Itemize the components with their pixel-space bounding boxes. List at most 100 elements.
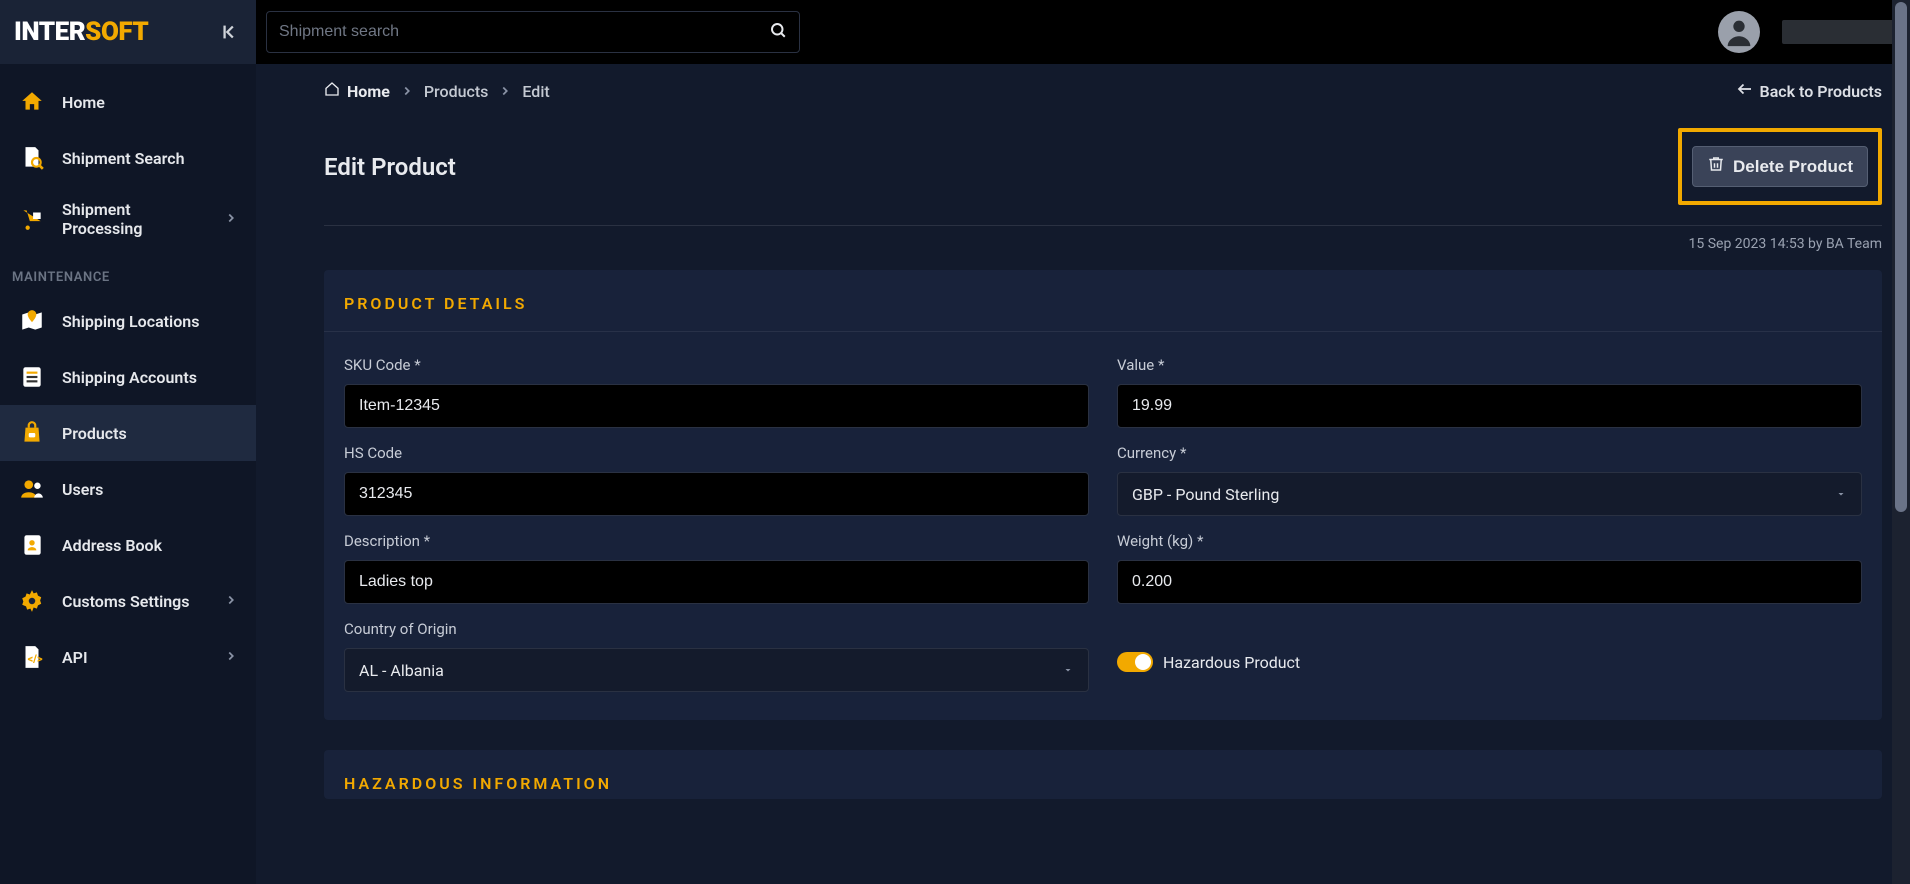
chevron-right-icon xyxy=(224,592,238,611)
sku-label: SKU Code * xyxy=(344,356,1089,374)
divider xyxy=(324,225,1882,226)
chevron-right-icon xyxy=(498,84,512,98)
home-icon xyxy=(18,88,46,116)
page-title: Edit Product xyxy=(324,153,456,181)
map-pin-icon xyxy=(18,307,46,335)
gear-icon xyxy=(18,587,46,615)
search-wrap[interactable] xyxy=(266,11,800,53)
field-currency: Currency * GBP - Pound Sterling xyxy=(1117,444,1862,516)
code-file-icon: </> xyxy=(18,643,46,671)
field-sku: SKU Code * xyxy=(344,356,1089,428)
breadcrumb-products[interactable]: Products xyxy=(424,82,489,101)
username-redacted xyxy=(1782,20,1898,44)
field-origin: Country of Origin AL - Albania xyxy=(344,620,1089,692)
hazardous-toggle[interactable] xyxy=(1117,652,1153,672)
chevron-right-icon xyxy=(400,84,414,98)
sidebar-item-label: Home xyxy=(62,93,238,112)
breadcrumb-current: Edit xyxy=(522,82,549,101)
panel-hazardous-info: HAZARDOUS INFORMATION xyxy=(324,750,1882,799)
sidebar-item-shipment-search[interactable]: Shipment Search xyxy=(0,130,256,186)
title-row: Edit Product Delete Product xyxy=(324,128,1882,205)
chevron-right-icon xyxy=(224,648,238,667)
address-book-icon xyxy=(18,531,46,559)
sku-input[interactable] xyxy=(344,384,1089,428)
sidebar-item-customs-settings[interactable]: Customs Settings xyxy=(0,573,256,629)
delete-product-button[interactable]: Delete Product xyxy=(1692,146,1868,187)
sidebar-item-label: Address Book xyxy=(62,536,238,555)
scrollbar[interactable] xyxy=(1892,0,1910,884)
delete-button-label: Delete Product xyxy=(1733,157,1853,177)
main: Home Products Edit Back to Products xyxy=(256,0,1910,884)
users-icon xyxy=(18,475,46,503)
home-icon xyxy=(324,81,340,101)
sidebar-item-api[interactable]: </> API xyxy=(0,629,256,685)
sidebar-item-shipping-locations[interactable]: Shipping Locations xyxy=(0,293,256,349)
caret-down-icon xyxy=(1062,664,1074,676)
sidebar-item-address-book[interactable]: Address Book xyxy=(0,517,256,573)
document-search-icon xyxy=(18,144,46,172)
form-grid: SKU Code * Value * HS Code Currency * xyxy=(324,332,1882,692)
breadcrumb-home-label: Home xyxy=(347,82,390,101)
sidebar-item-label: API xyxy=(62,648,208,667)
weight-label: Weight (kg) * xyxy=(1117,532,1862,550)
chevron-right-icon xyxy=(224,210,238,229)
field-weight: Weight (kg) * xyxy=(1117,532,1862,604)
nav-primary: Home Shipment Search Shipment Processing… xyxy=(0,64,256,695)
value-input[interactable] xyxy=(1117,384,1862,428)
sidebar-item-label: Shipping Accounts xyxy=(62,368,238,387)
sidebar-item-home[interactable]: Home xyxy=(0,74,256,130)
collapse-sidebar-icon[interactable] xyxy=(220,21,242,43)
description-label: Description * xyxy=(344,532,1089,550)
description-input[interactable] xyxy=(344,560,1089,604)
sidebar-item-label: Shipping Locations xyxy=(62,312,238,331)
field-hs: HS Code xyxy=(344,444,1089,516)
scrollbar-thumb[interactable] xyxy=(1895,2,1907,512)
topbar xyxy=(256,0,1910,64)
nav-section-maintenance: MAINTENANCE xyxy=(0,252,256,293)
currency-select[interactable]: GBP - Pound Sterling xyxy=(1117,472,1862,516)
value-label: Value * xyxy=(1117,356,1862,374)
field-description: Description * xyxy=(344,532,1089,604)
sidebar-item-shipping-accounts[interactable]: Shipping Accounts xyxy=(0,349,256,405)
back-link-label: Back to Products xyxy=(1760,82,1882,101)
svg-text:</>: </> xyxy=(28,652,43,665)
sidebar-item-label: Users xyxy=(62,480,238,499)
panel-title: HAZARDOUS INFORMATION xyxy=(324,774,1882,793)
logo: INTERSOFT xyxy=(14,17,220,47)
sidebar-item-shipment-processing[interactable]: Shipment Processing xyxy=(0,186,256,252)
content: Home Products Edit Back to Products xyxy=(256,64,1910,884)
avatar[interactable] xyxy=(1718,11,1760,53)
sidebar: INTERSOFT Home Shipment Search xyxy=(0,0,256,884)
currency-label: Currency * xyxy=(1117,444,1862,462)
field-hazardous: Hazardous Product xyxy=(1117,652,1862,672)
breadcrumb-home[interactable]: Home xyxy=(324,81,390,101)
delete-highlight-box: Delete Product xyxy=(1678,128,1882,205)
hazardous-label: Hazardous Product xyxy=(1163,653,1300,672)
meta-timestamp: 15 Sep 2023 14:53 by BA Team xyxy=(324,236,1882,252)
sidebar-item-label: Customs Settings xyxy=(62,592,208,611)
field-value: Value * xyxy=(1117,356,1862,428)
panel-product-details: PRODUCT DETAILS SKU Code * Value * HS Co… xyxy=(324,270,1882,720)
back-to-products-link[interactable]: Back to Products xyxy=(1736,80,1882,102)
trolley-icon xyxy=(18,205,46,233)
hs-input[interactable] xyxy=(344,472,1089,516)
origin-value: AL - Albania xyxy=(359,661,444,680)
sidebar-item-label: Shipment Search xyxy=(62,149,238,168)
currency-value: GBP - Pound Sterling xyxy=(1132,485,1279,504)
sidebar-item-products[interactable]: Products xyxy=(0,405,256,461)
search-input[interactable] xyxy=(279,23,769,41)
search-icon[interactable] xyxy=(769,21,787,43)
trash-icon xyxy=(1707,155,1725,178)
arrow-left-icon xyxy=(1736,80,1754,102)
list-icon xyxy=(18,363,46,391)
hs-label: HS Code xyxy=(344,444,1089,462)
sidebar-header: INTERSOFT xyxy=(0,0,256,64)
sidebar-item-label: Shipment Processing xyxy=(62,200,208,238)
sidebar-item-users[interactable]: Users xyxy=(0,461,256,517)
sidebar-item-label: Products xyxy=(62,424,238,443)
origin-label: Country of Origin xyxy=(344,620,1089,638)
origin-select[interactable]: AL - Albania xyxy=(344,648,1089,692)
breadcrumb: Home Products Edit Back to Products xyxy=(324,80,1882,102)
panel-title: PRODUCT DETAILS xyxy=(324,294,1882,332)
weight-input[interactable] xyxy=(1117,560,1862,604)
